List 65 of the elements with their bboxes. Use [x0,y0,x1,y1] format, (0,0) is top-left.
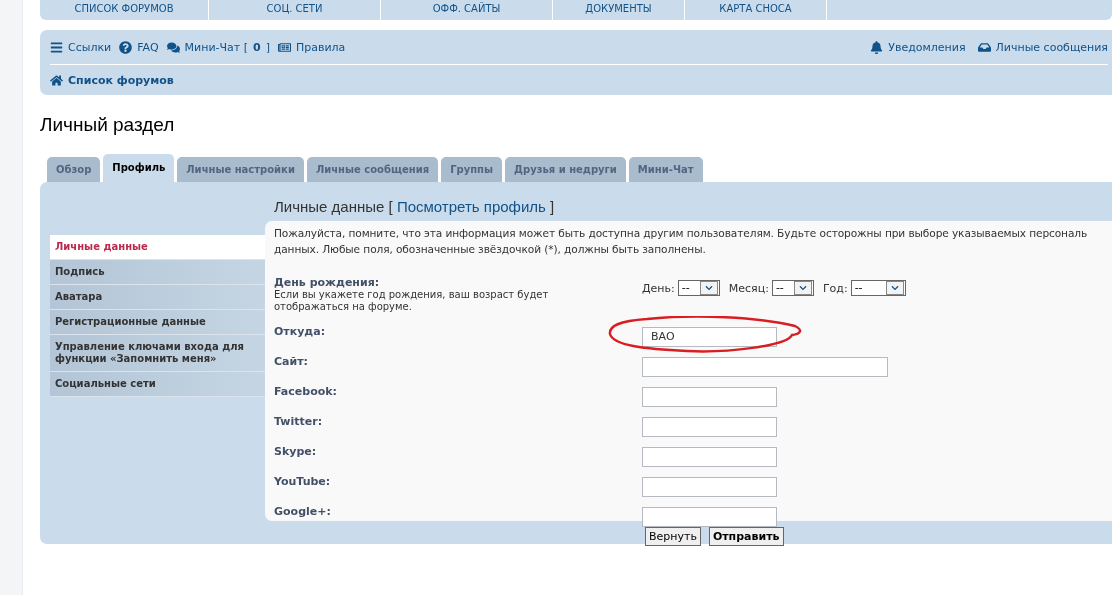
field-label: Skype: [274,445,318,458]
input-field[interactable] [642,416,777,437]
menu-icon [50,40,63,54]
tab[interactable]: Личные настройки [177,157,304,182]
input-field[interactable]: ВАО [642,326,777,347]
inbox-icon [977,40,991,54]
top-nav-link[interactable]: КАРТА СНОСА [685,0,827,20]
document-icon [277,40,291,54]
page-title: Личный раздел [40,114,176,136]
tab[interactable]: Личные сообщения [306,157,439,182]
nav-link[interactable]: Ссылки [50,40,112,54]
top-nav-link[interactable]: ОФФ. САЙТЫ [381,0,553,20]
submit-button[interactable]: Отправить [708,527,784,546]
bracket-text: ] [549,198,555,215]
nav-link[interactable]: FAQ [119,40,159,54]
chevron-down-icon [885,280,904,295]
home-icon [50,73,63,87]
dropdown-select[interactable]: -- [677,279,720,296]
field-label: Facebook: [274,385,338,398]
input-field[interactable] [642,386,777,407]
dropdown-select[interactable]: -- [850,279,906,296]
sidebar-item[interactable]: Управление ключами входа для функции «Запомнить меня» [50,335,265,372]
chevron-down-icon [699,280,718,295]
nav-link[interactable]: Мини-Чат [ 0 ] [166,40,270,54]
nav-link[interactable]: Личные сообщения [977,40,1108,54]
help-icon [119,40,133,54]
select-label: Месяц: [728,282,769,295]
sidebar-item[interactable]: Аватара [50,285,265,310]
sidebar-item[interactable]: Социальные сети [50,372,265,397]
top-nav-link[interactable]: СПИСОК ФОРУМОВ [40,0,209,20]
intro-text: данных. Любые поля, обозначенные звёздочкой (*), должны быть заполнены. [274,242,707,257]
input-field[interactable] [642,506,777,527]
tab[interactable]: Друзья и недруги [505,157,626,182]
field-hint: Если вы укажете год рождения, ваш возраст будет отображаться на форуме. [274,289,550,313]
tab[interactable]: Обзор [47,157,101,182]
reset-button[interactable]: Вернуть [645,527,701,546]
chat-bubbles-icon [166,40,180,54]
select-label: Год: [822,282,848,295]
chevron-down-icon [793,280,812,295]
sidebar-item[interactable]: Регистрационные данные [50,310,265,335]
dropdown-select[interactable]: -- [771,279,814,296]
input-field[interactable] [642,446,777,467]
bell-icon [870,40,884,54]
field-label: Откуда: [274,325,327,338]
field-label: Сайт: [274,355,309,368]
tab[interactable]: Профиль [103,154,175,182]
nav-link[interactable]: Уведомления [870,40,966,54]
sidebar-item[interactable]: Личные данные [50,235,265,260]
breadcrumb-link[interactable]: Список форумов [50,65,1108,95]
top-nav-link[interactable]: ДОКУМЕНТЫ [553,0,685,20]
top-nav-link[interactable]: СОЦ. СЕТИ [209,0,381,20]
input-field[interactable] [642,476,777,497]
nav-link[interactable]: Правила [277,40,346,54]
field-label: YouTube: [274,475,332,488]
select-label: День: [642,282,675,295]
input-field[interactable] [642,356,888,377]
field-label: Twitter: [274,415,324,428]
section-title: Личные данные [ [274,198,394,215]
view-profile-link[interactable]: Посмотреть профиль [396,198,546,215]
field-label: Google+: [274,505,332,518]
tab[interactable]: Мини-Чат [628,157,703,182]
tab[interactable]: Группы [441,157,503,182]
sidebar-item[interactable]: Подпись [50,260,265,285]
field-label: День рождения: [274,276,381,289]
intro-text: Пожалуйста, помните, что эта информация может быть доступна другим пользователям. Будьте осторожны при выборе указываемых персональ [274,226,1089,241]
